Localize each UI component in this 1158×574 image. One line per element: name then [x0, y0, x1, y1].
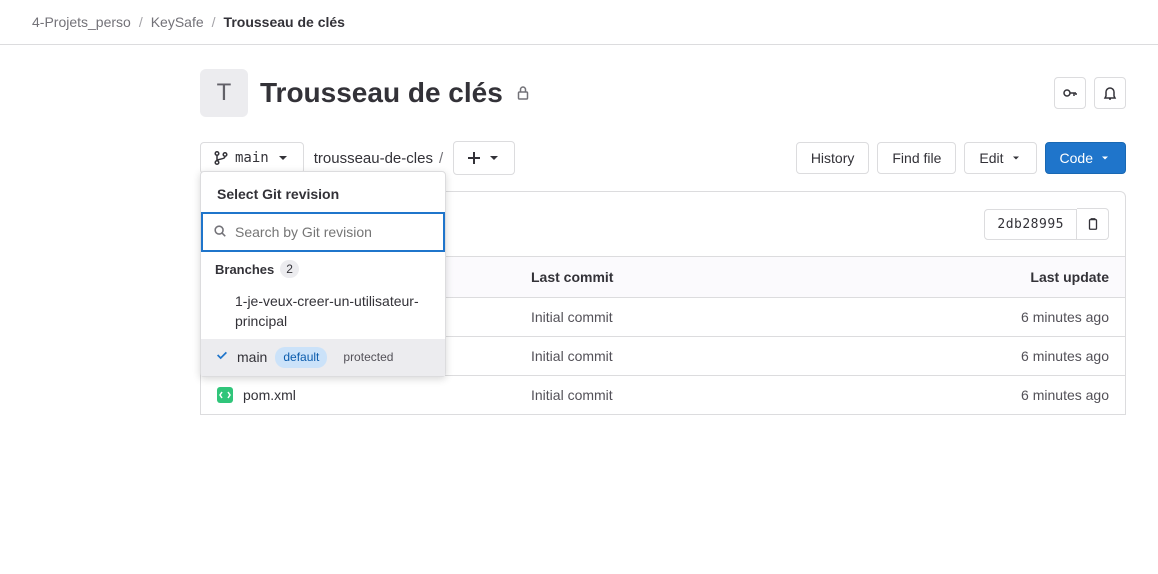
chevron-down-icon [275, 150, 291, 166]
find-file-button[interactable]: Find file [877, 142, 956, 174]
breadcrumb-separator: / [212, 14, 216, 30]
copy-sha-button[interactable] [1077, 208, 1109, 240]
xml-file-icon [217, 387, 233, 403]
breadcrumb-current: Trousseau de clés [224, 14, 345, 30]
commit-sha[interactable]: 2db28995 [984, 209, 1077, 240]
branches-section-title: Branches [215, 262, 274, 277]
breadcrumb-link-0[interactable]: 4-Projets_perso [32, 14, 131, 30]
breadcrumb: 4-Projets_perso / KeySafe / Trousseau de… [0, 0, 1158, 45]
ssh-key-icon-button[interactable] [1054, 77, 1086, 109]
branch-icon [213, 150, 229, 166]
search-icon [213, 224, 227, 241]
branch-dropdown-panel: Select Git revision Branches 2 1-je-veux… [200, 171, 446, 377]
add-dropdown-button[interactable] [453, 141, 515, 175]
history-button[interactable]: History [796, 142, 870, 174]
default-badge: default [275, 347, 327, 368]
branch-name: main [235, 150, 269, 166]
file-name-text: pom.xml [243, 387, 296, 403]
commit-message[interactable]: Initial commit [515, 376, 812, 415]
protected-badge: protected [335, 347, 401, 368]
branches-count-badge: 2 [280, 260, 299, 278]
table-row[interactable]: pom.xml Initial commit 6 minutes ago [201, 376, 1126, 415]
branch-option-name: main [237, 348, 267, 368]
commit-message[interactable]: Initial commit [515, 298, 812, 337]
update-time: 6 minutes ago [812, 337, 1125, 376]
column-header-update: Last update [812, 257, 1125, 298]
branch-option-selected[interactable]: main default protected [201, 339, 445, 376]
column-header-commit: Last commit [515, 257, 812, 298]
update-time: 6 minutes ago [812, 298, 1125, 337]
edit-dropdown-button[interactable]: Edit [964, 142, 1036, 174]
branch-selector-button[interactable]: main [200, 142, 304, 174]
update-time: 6 minutes ago [812, 376, 1125, 415]
commit-message[interactable]: Initial commit [515, 337, 812, 376]
chevron-down-icon [1099, 152, 1111, 164]
dropdown-title: Select Git revision [201, 172, 445, 212]
breadcrumb-separator: / [139, 14, 143, 30]
chevron-down-icon [1010, 152, 1022, 164]
code-dropdown-button[interactable]: Code [1045, 142, 1126, 174]
check-icon [215, 348, 229, 368]
clipboard-icon [1086, 217, 1100, 231]
lock-icon [515, 85, 531, 101]
project-title: Trousseau de clés [260, 77, 503, 109]
plus-icon [466, 150, 482, 166]
project-avatar: T [200, 69, 248, 117]
notification-bell-icon-button[interactable] [1094, 77, 1126, 109]
breadcrumb-link-1[interactable]: KeySafe [151, 14, 204, 30]
branch-search-input[interactable] [227, 214, 433, 250]
branch-option[interactable]: 1-je-veux-creer-un-utilisateur-principal [201, 284, 445, 339]
chevron-down-icon [486, 150, 502, 166]
repository-path[interactable]: trousseau-de-cles/ [314, 150, 443, 167]
